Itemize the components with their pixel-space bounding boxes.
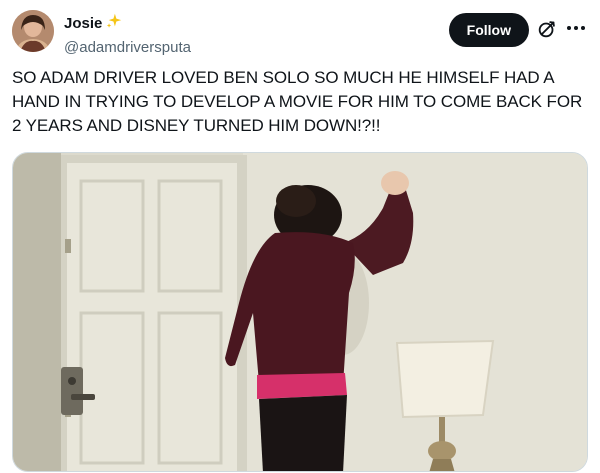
avatar[interactable] — [12, 10, 54, 52]
user-handle[interactable]: @adamdriversputa — [64, 38, 191, 57]
follow-button[interactable]: Follow — [448, 13, 529, 47]
tweet-header: Josie @adamdriversputa Follow — [12, 10, 588, 58]
tweet-text: SO ADAM DRIVER LOVED BEN SOLO SO MUCH HE… — [12, 68, 583, 135]
display-name[interactable]: Josie — [64, 12, 123, 35]
tweet-media[interactable] — [12, 152, 588, 472]
sparkles-icon — [105, 12, 123, 35]
display-name-text[interactable]: Josie — [64, 14, 102, 33]
grok-icon[interactable] — [536, 18, 558, 40]
more-icon[interactable] — [564, 16, 588, 40]
user-names: Josie @adamdriversputa — [64, 12, 191, 57]
